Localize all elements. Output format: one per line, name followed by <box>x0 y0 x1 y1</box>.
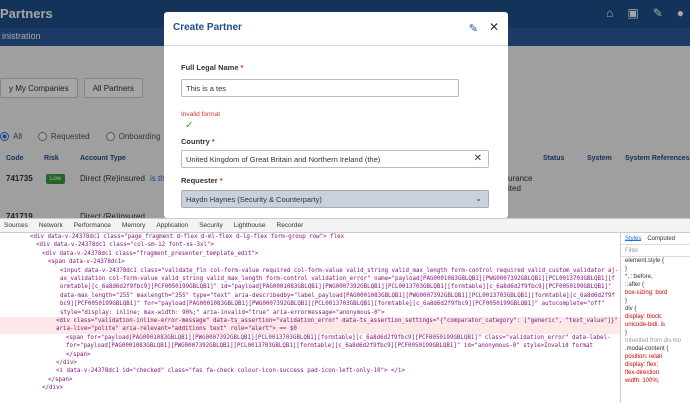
country-select[interactable]: United Kingdom of Great Britain and Nort… <box>181 150 489 168</box>
style-line: ::after { <box>625 282 645 288</box>
style-line: Inherited from div.mo <box>625 338 681 344</box>
tab-computed[interactable]: Computed <box>647 236 675 242</box>
style-line: display: block; <box>625 314 663 320</box>
styles-filter-input[interactable]: Filter <box>621 245 690 257</box>
dom-node-input[interactable]: <input data-v-24378dc1 class="validate_f… <box>0 267 620 317</box>
check-icon: ✓ <box>185 120 194 131</box>
elements-tree[interactable]: <div data-v-24378dc1 class="page_fragmen… <box>0 233 620 403</box>
required-mark: * <box>211 137 215 146</box>
style-line: display: flex; <box>625 362 659 368</box>
tab-security[interactable]: Security <box>199 222 222 229</box>
style-line: position: relati <box>625 354 663 360</box>
style-line: } <box>625 266 628 272</box>
required-mark: * <box>240 63 244 72</box>
create-partner-modal: Create Partner ✎ ✕ Full Legal Name * This… <box>164 12 508 218</box>
style-line: .modal-content { <box>625 346 669 352</box>
validation-error: Invalid format <box>181 111 221 118</box>
style-line: width: 100%; <box>625 378 660 384</box>
country-value: United Kingdom of Great Britain and Nort… <box>186 155 381 164</box>
requester-label: Requester * <box>181 176 223 185</box>
tab-lighthouse[interactable]: Lighthouse <box>234 222 266 229</box>
dom-node[interactable]: <div data-v-24378dc1 class="fragment_pre… <box>0 250 620 258</box>
styles-tabs: Styles Computed <box>621 233 690 245</box>
dom-node[interactable]: </span> <box>0 351 620 359</box>
dom-node[interactable]: <div data-v-24378dc1 class="page_fragmen… <box>0 233 620 241</box>
close-icon[interactable]: ✕ <box>489 20 499 34</box>
dom-node[interactable]: </div> <box>0 384 620 392</box>
dom-node[interactable]: <span data-v-24378dc1> <box>0 258 620 266</box>
tab-sources[interactable]: Sources <box>4 222 28 229</box>
dom-node[interactable]: <span for="payload[PAG0001083GBLQB1][PWG… <box>0 334 620 351</box>
style-line: unicode-bidi: is <box>625 322 666 328</box>
clear-icon[interactable]: ✕ <box>474 153 482 164</box>
tab-performance[interactable]: Performance <box>74 222 111 229</box>
style-line: element.style { <box>625 258 665 264</box>
dom-node[interactable]: </span> <box>0 376 620 384</box>
required-mark: * <box>219 176 223 185</box>
edit-icon[interactable]: ✎ <box>469 22 478 35</box>
tab-application[interactable]: Application <box>156 222 188 229</box>
partners-page: Partners ⌂ ▣ ✎ ● inistration y My Compan… <box>0 0 690 218</box>
tab-memory[interactable]: Memory <box>122 222 145 229</box>
tab-recorder[interactable]: Recorder <box>277 222 304 229</box>
style-line: box-sizing: bord <box>625 290 668 296</box>
dom-node[interactable]: </div> <box>0 359 620 367</box>
tab-styles[interactable]: Styles <box>625 236 642 242</box>
devtools-panel: Sources Network Performance Memory Appli… <box>0 218 690 403</box>
modal-title: Create Partner <box>173 22 242 33</box>
style-line: div { <box>625 306 637 312</box>
country-label: Country * <box>181 137 215 146</box>
legal-name-label: Full Legal Name * <box>181 63 243 72</box>
dom-node[interactable]: <i data-v-24378dc1 id="checked" class="f… <box>0 367 620 375</box>
devtools-tabs: Sources Network Performance Memory Appli… <box>0 219 690 233</box>
style-line: } <box>625 330 628 336</box>
style-line: flex-direction: <box>625 370 661 376</box>
modal-header: Create Partner ✎ ✕ <box>164 12 508 46</box>
requester-value: Haydn Haynes (Security & Counterparty) <box>186 195 322 204</box>
dom-node-selected[interactable]: <div class="validation-inline-error-mess… <box>0 316 620 334</box>
legal-name-input[interactable]: This is a tes <box>181 79 459 97</box>
country-label-text: Country <box>181 137 210 146</box>
requester-label-text: Requester <box>181 176 218 185</box>
legal-name-label-text: Full Legal Name <box>181 63 239 72</box>
dom-node[interactable]: <div data-v-24378dc1 class="col-sm-12 fo… <box>0 241 620 249</box>
style-line: *, ::before, <box>625 274 653 280</box>
tab-network[interactable]: Network <box>39 222 63 229</box>
styles-pane: Styles Computed Filter element.style { }… <box>620 233 690 403</box>
requester-select[interactable]: Haydn Haynes (Security & Counterparty) ⌄ <box>181 190 489 208</box>
style-line: } <box>625 298 628 304</box>
chevron-down-icon: ⌄ <box>475 194 482 203</box>
